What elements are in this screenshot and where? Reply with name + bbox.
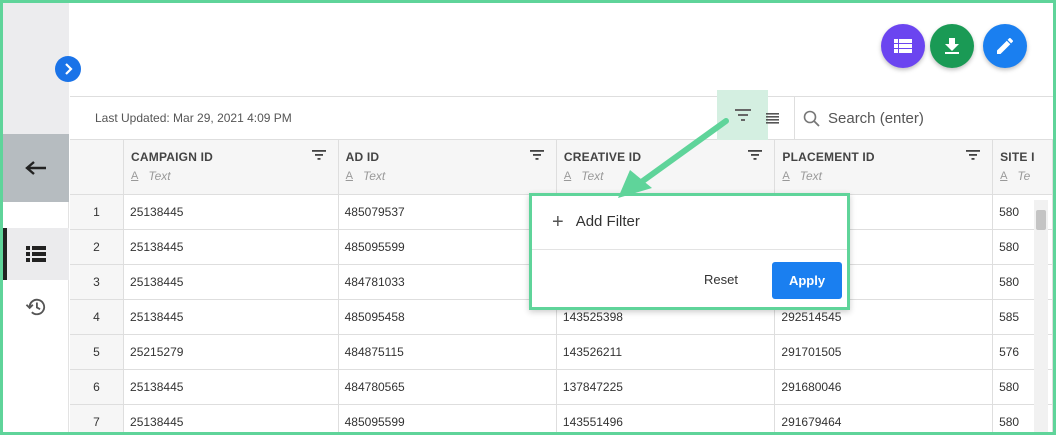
column-title: CREATIVE ID: [563, 150, 642, 164]
cell-placement-id[interactable]: 291679464: [774, 404, 994, 432]
list-icon: [26, 246, 46, 262]
column-type-label: Text: [148, 169, 171, 183]
pencil-icon: [997, 38, 1013, 54]
density-icon: [765, 112, 779, 124]
table-row[interactable]: 6 25138445 484780565 137847225 291680046…: [70, 369, 1053, 405]
view-list-icon: [894, 39, 912, 53]
expand-sidebar-button[interactable]: [55, 56, 81, 82]
back-button[interactable]: [3, 134, 69, 202]
vertical-scrollbar[interactable]: [1034, 200, 1048, 432]
download-icon: [945, 38, 959, 54]
cell-campaign-id[interactable]: 25138445: [123, 299, 339, 335]
cell-campaign-id[interactable]: 25215279: [123, 334, 339, 370]
search-icon: [803, 110, 820, 127]
column-type: A Text: [346, 169, 549, 183]
last-updated-text: Last Updated: Mar 29, 2021 4:09 PM: [95, 111, 292, 125]
popup-divider: [532, 249, 847, 250]
column-type-label: Text: [362, 169, 386, 183]
table-row[interactable]: 7 25138445 485095599 143551496 291679464…: [70, 404, 1053, 432]
column-header-ad-id[interactable]: AD ID A Text: [338, 140, 557, 195]
column-header-campaign-id[interactable]: CAMPAIGN ID A Text: [123, 140, 339, 195]
filter-icon: [734, 109, 751, 121]
rail-item-table[interactable]: [3, 228, 69, 280]
scrollbar-thumb[interactable]: [1036, 210, 1046, 230]
column-title: CAMPAIGN ID: [131, 150, 214, 164]
cell-placement-id[interactable]: 291680046: [774, 369, 994, 405]
column-title: PLACEMENT ID: [782, 150, 875, 164]
column-header-site-id[interactable]: SITE I A Te: [992, 140, 1053, 195]
row-number: 1: [70, 194, 125, 230]
cell-campaign-id[interactable]: 25138445: [123, 404, 339, 432]
column-header-placement-id[interactable]: PLACEMENT ID A Text: [774, 140, 994, 195]
grid-toolbar: Last Updated: Mar 29, 2021 4:09 PM Searc…: [70, 90, 1053, 140]
row-number-header: [70, 140, 125, 195]
column-type: A Text: [131, 169, 331, 183]
search-input[interactable]: Search (enter): [794, 97, 1053, 139]
apply-button[interactable]: Apply: [772, 262, 842, 299]
text-type-icon: A: [345, 170, 353, 182]
filter-button[interactable]: [717, 90, 768, 140]
cell-creative-id[interactable]: 143551496: [556, 404, 776, 432]
text-type-icon: A: [1000, 170, 1008, 182]
text-type-icon: A: [131, 170, 139, 182]
header-row: CAMPAIGN ID A Text AD ID A Text CREATIVE I…: [70, 140, 1053, 195]
row-number: 6: [70, 369, 125, 405]
add-filter-label: Add Filter: [575, 213, 640, 230]
text-type-icon: A: [563, 170, 572, 182]
search-placeholder: Search (enter): [828, 109, 924, 127]
text-type-icon: A: [782, 170, 790, 182]
history-icon: [25, 298, 46, 316]
column-type: A Text: [564, 169, 768, 183]
column-header-creative-id[interactable]: CREATIVE ID A Text: [556, 140, 776, 195]
cell-ad-id[interactable]: 484875115: [338, 334, 557, 370]
download-button[interactable]: [930, 24, 974, 68]
column-title: AD ID: [345, 150, 380, 164]
cell-ad-id[interactable]: 484781033: [338, 264, 557, 300]
density-button[interactable]: [763, 109, 781, 127]
row-number: 7: [70, 404, 125, 432]
cell-ad-id[interactable]: 485095458: [338, 299, 557, 335]
rail-item-history[interactable]: [3, 288, 69, 326]
cell-campaign-id[interactable]: 25138445: [123, 229, 339, 265]
column-type-label: Te: [1017, 169, 1031, 183]
cell-campaign-id[interactable]: 25138445: [123, 194, 339, 230]
column-filter-icon[interactable]: [748, 150, 763, 160]
column-type-label: Text: [581, 169, 604, 183]
row-number: 2: [70, 229, 125, 265]
edit-button[interactable]: [983, 24, 1027, 68]
add-filter-button[interactable]: + Add Filter: [552, 210, 640, 233]
cell-creative-id[interactable]: 137847225: [556, 369, 776, 405]
cell-ad-id[interactable]: 485095599: [338, 229, 557, 265]
row-number: 3: [70, 264, 125, 300]
column-filter-icon[interactable]: [966, 150, 981, 160]
cell-placement-id[interactable]: 291701505: [774, 334, 994, 370]
filter-popup: + Add Filter Reset Apply: [529, 193, 850, 310]
cell-creative-id[interactable]: 143526211: [556, 334, 776, 370]
cell-ad-id[interactable]: 485095599: [338, 404, 557, 432]
plus-icon: +: [552, 210, 564, 233]
column-type-label: Text: [799, 169, 822, 183]
column-type: A Text: [782, 169, 985, 183]
active-indicator: [3, 228, 7, 280]
view-list-button[interactable]: [881, 24, 925, 68]
column-title: SITE I: [1000, 150, 1035, 164]
table-row[interactable]: 5 25215279 484875115 143526211 291701505…: [70, 334, 1053, 370]
chevron-right-icon: [65, 63, 73, 75]
cell-ad-id[interactable]: 485079537: [338, 194, 557, 230]
cell-ad-id[interactable]: 484780565: [338, 369, 557, 405]
arrow-left-icon: [25, 161, 46, 175]
column-type: A Te: [1000, 169, 1045, 183]
reset-button[interactable]: Reset: [704, 272, 738, 287]
cell-campaign-id[interactable]: 25138445: [123, 264, 339, 300]
cell-campaign-id[interactable]: 25138445: [123, 369, 339, 405]
column-filter-icon[interactable]: [529, 150, 544, 160]
column-filter-icon[interactable]: [311, 150, 326, 160]
row-number: 4: [70, 299, 125, 335]
row-number: 5: [70, 334, 125, 370]
